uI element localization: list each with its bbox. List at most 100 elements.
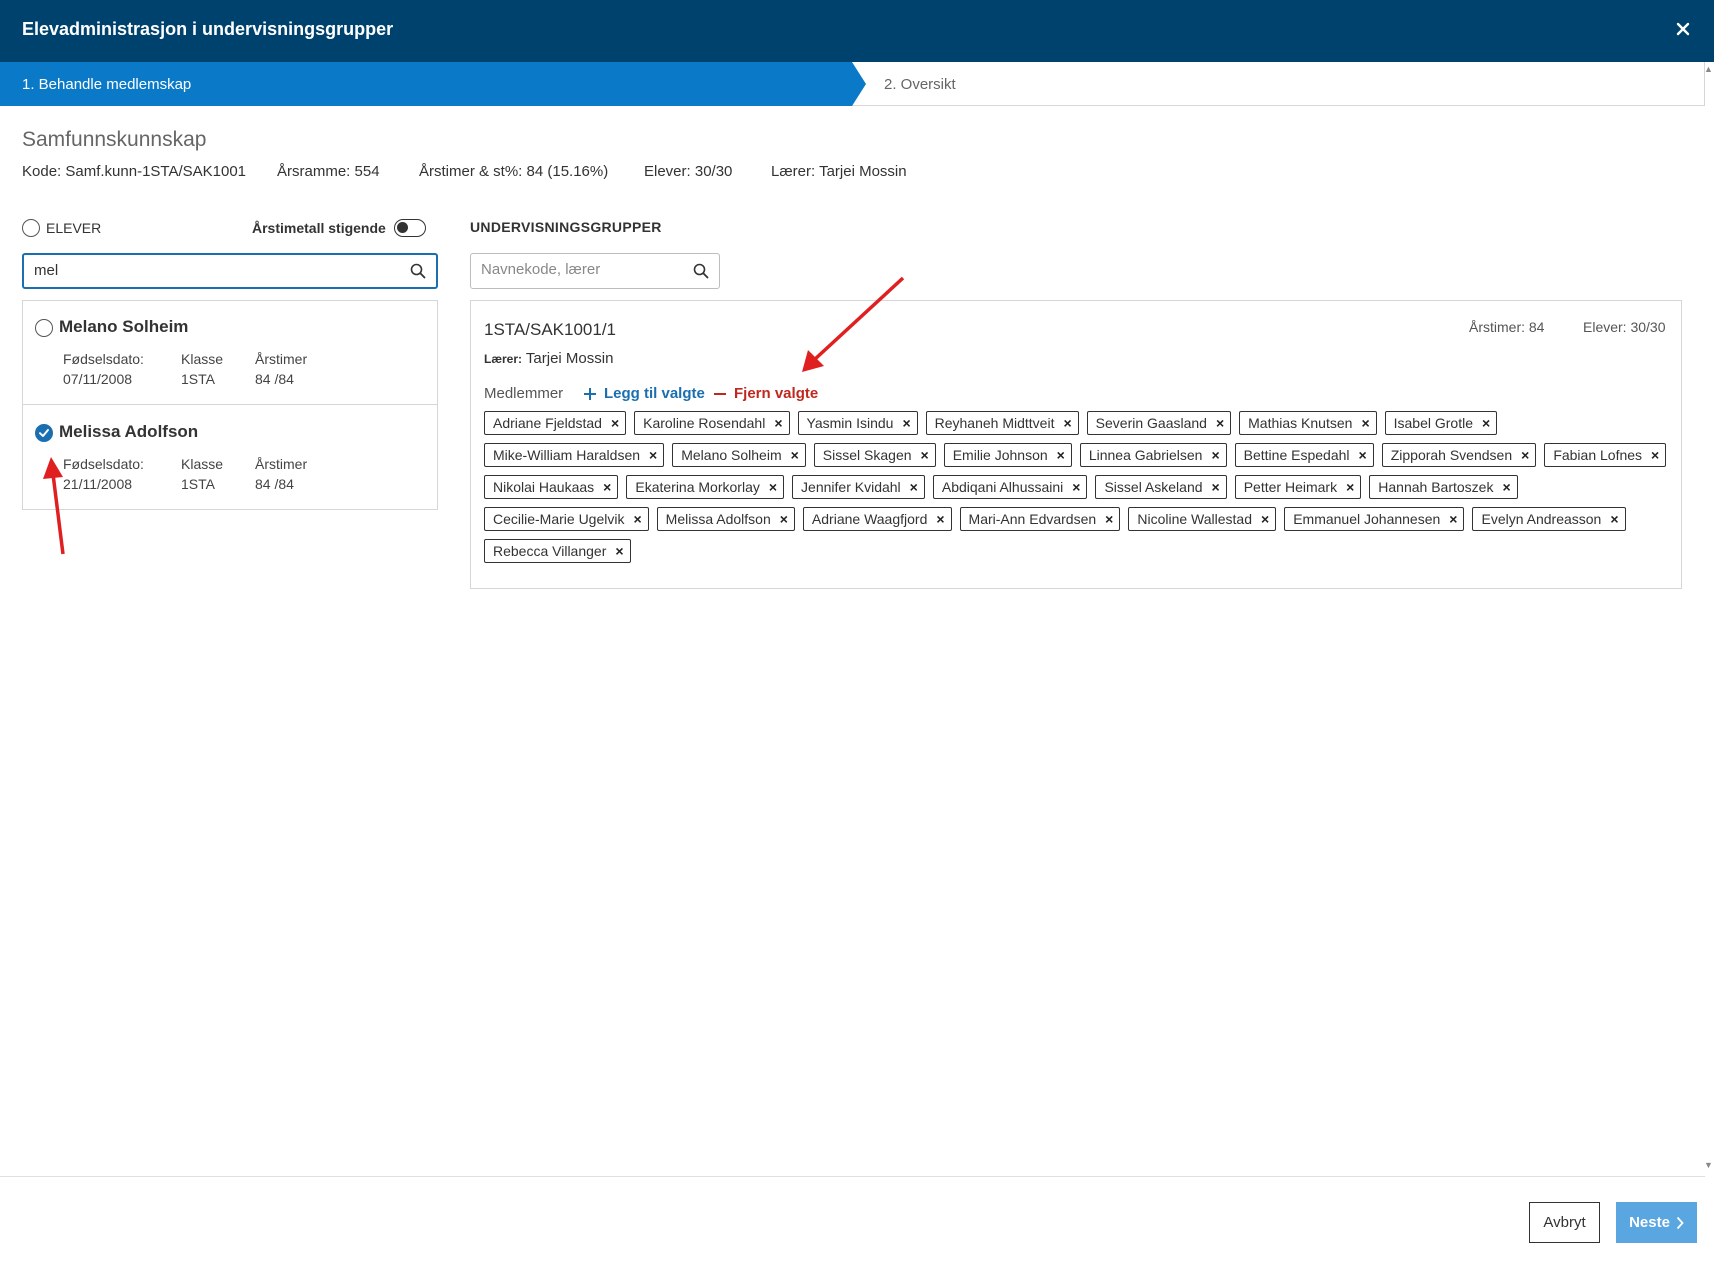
member-chip[interactable]: Linnea Gabrielsen × [1079, 443, 1227, 467]
remove-member-icon[interactable]: × [1359, 447, 1367, 463]
remove-member-icon[interactable]: × [603, 479, 611, 495]
member-chip[interactable]: Severin Gaasland × [1086, 411, 1232, 435]
remove-member-icon[interactable]: × [1063, 415, 1071, 431]
remove-member-icon[interactable]: × [1521, 447, 1529, 463]
member-chip[interactable]: Zipporah Svendsen × [1381, 443, 1537, 467]
member-chip[interactable]: Karoline Rosendahl × [634, 411, 790, 435]
member-chip[interactable]: Emmanuel Johannesen × [1284, 507, 1465, 531]
remove-member-icon[interactable]: × [769, 479, 777, 495]
remove-member-icon[interactable]: × [1057, 447, 1065, 463]
remove-member-icon[interactable]: × [1072, 479, 1080, 495]
member-chip-label: Karoline Rosendahl [643, 415, 766, 431]
search-icon[interactable] [410, 263, 426, 284]
student-search-input[interactable] [34, 262, 394, 279]
remove-member-icon[interactable]: × [1502, 479, 1510, 495]
member-chip[interactable]: Adriane Waagfjord × [802, 507, 952, 531]
scroll-up-arrow-icon[interactable]: ▲ [1704, 64, 1714, 74]
member-chip-label: Jennifer Kvidahl [801, 479, 901, 495]
add-selected-label: Legg til valgte [604, 385, 705, 402]
subject-elever: Elever: 30/30 [644, 163, 733, 180]
add-selected-button[interactable]: Legg til valgte [583, 385, 705, 402]
remove-selected-button[interactable]: Fjern valgte [713, 385, 818, 402]
remove-member-icon[interactable]: × [1346, 479, 1354, 495]
member-chip[interactable]: Reyhaneh Midttveit × [925, 411, 1079, 435]
scroll-down-arrow-icon[interactable]: ▼ [1704, 1160, 1714, 1172]
member-chip-label: Yasmin Isindu [806, 415, 894, 431]
member-chip[interactable]: Sissel Skagen × [813, 443, 936, 467]
member-chip[interactable]: Cecilie-Marie Ugelvik × [484, 507, 649, 531]
student-card[interactable]: Melano Solheim Fødselsdato: Klasse Årsti… [23, 301, 437, 405]
remove-member-icon[interactable]: × [633, 511, 641, 527]
remove-member-icon[interactable]: × [1361, 415, 1369, 431]
member-chip[interactable]: Melissa Adolfson × [656, 507, 795, 531]
group-teacher: Lærer: Tarjei Mossin [484, 350, 613, 367]
remove-member-icon[interactable]: × [1211, 447, 1219, 463]
remove-member-icon[interactable]: × [1610, 511, 1618, 527]
remove-member-icon[interactable]: × [1482, 415, 1490, 431]
select-all-radio[interactable] [22, 219, 40, 237]
member-chip[interactable]: Abdiqani Alhussaini × [932, 475, 1088, 499]
cancel-button[interactable]: Avbryt [1529, 1202, 1600, 1243]
member-chip-label: Isabel Grotle [1393, 415, 1473, 431]
member-chip[interactable]: Fabian Lofnes × [1544, 443, 1667, 467]
remove-member-icon[interactable]: × [936, 511, 944, 527]
remove-member-icon[interactable]: × [615, 543, 623, 559]
search-icon[interactable] [693, 263, 709, 284]
remove-member-icon[interactable]: × [1651, 447, 1659, 463]
member-chip-label: Evelyn Andreasson [1481, 511, 1602, 527]
member-chip[interactable]: Jennifer Kvidahl × [792, 475, 925, 499]
student-checkbox[interactable] [35, 319, 53, 337]
member-chip[interactable]: Hannah Bartoszek × [1369, 475, 1518, 499]
remove-member-icon[interactable]: × [649, 447, 657, 463]
member-chip-label: Linnea Gabrielsen [1088, 447, 1203, 463]
wizard-stepper: 1. Behandle medlemskap 2. Oversikt [0, 62, 1705, 106]
subject-teacher: Lærer: Tarjei Mossin [771, 163, 907, 180]
toggle-knob [397, 222, 408, 233]
remove-member-icon[interactable]: × [902, 415, 910, 431]
member-chip-label: Abdiqani Alhussaini [941, 479, 1064, 495]
step-oversikt[interactable]: 2. Oversikt [884, 62, 956, 106]
member-chip[interactable]: Adriane Fjeldstad × [484, 411, 627, 435]
member-chip[interactable]: Mathias Knutsen × [1239, 411, 1377, 435]
remove-member-icon[interactable]: × [910, 479, 918, 495]
sort-toggle[interactable] [394, 219, 426, 237]
member-chip[interactable]: Rebecca Villanger × [484, 539, 631, 563]
member-chip-label: Bettine Espedahl [1243, 447, 1350, 463]
plus-icon [584, 387, 596, 400]
student-checkbox-checked[interactable] [35, 424, 53, 442]
member-chip[interactable]: Melano Solheim × [672, 443, 806, 467]
close-icon[interactable] [1670, 16, 1696, 42]
member-chip[interactable]: Isabel Grotle × [1384, 411, 1498, 435]
class-value: 1STA [181, 371, 215, 387]
remove-member-icon[interactable]: × [1261, 511, 1269, 527]
remove-member-icon[interactable]: × [780, 511, 788, 527]
member-chip[interactable]: Mike-William Haraldsen × [484, 443, 665, 467]
member-chip[interactable]: Nikolai Haukaas × [484, 475, 619, 499]
member-chip[interactable]: Nicoline Wallestad × [1128, 507, 1277, 531]
group-search-input[interactable] [481, 261, 681, 278]
step-behandle-medlemskap[interactable]: 1. Behandle medlemskap [0, 62, 866, 106]
student-card[interactable]: Melissa Adolfson Fødselsdato: Klasse Års… [23, 406, 437, 510]
member-chip-label: Nikolai Haukaas [493, 479, 595, 495]
remove-member-icon[interactable]: × [921, 447, 929, 463]
member-chip[interactable]: Evelyn Andreasson × [1472, 507, 1626, 531]
member-chip[interactable]: Yasmin Isindu × [797, 411, 918, 435]
remove-member-icon[interactable]: × [1449, 511, 1457, 527]
member-chip[interactable]: Mari-Ann Edvardsen × [959, 507, 1121, 531]
member-chip[interactable]: Petter Heimark × [1234, 475, 1362, 499]
remove-member-icon[interactable]: × [611, 415, 619, 431]
remove-member-icon[interactable]: × [774, 415, 782, 431]
remove-member-icon[interactable]: × [791, 447, 799, 463]
member-chip[interactable]: Emilie Johnson × [943, 443, 1072, 467]
member-chip[interactable]: Bettine Espedahl × [1234, 443, 1374, 467]
remove-member-icon[interactable]: × [1105, 511, 1113, 527]
remove-member-icon[interactable]: × [1216, 415, 1224, 431]
member-chip-label: Melano Solheim [681, 447, 782, 463]
next-button[interactable]: Neste [1616, 1202, 1697, 1243]
dialog-footer: Avbryt Neste [0, 1176, 1705, 1263]
member-chip[interactable]: Sissel Askeland × [1095, 475, 1227, 499]
chevron-right-icon [1676, 1216, 1684, 1229]
remove-member-icon[interactable]: × [1212, 479, 1220, 495]
member-chip[interactable]: Ekaterina Morkorlay × [626, 475, 785, 499]
member-chip-label: Adriane Waagfjord [811, 511, 928, 527]
